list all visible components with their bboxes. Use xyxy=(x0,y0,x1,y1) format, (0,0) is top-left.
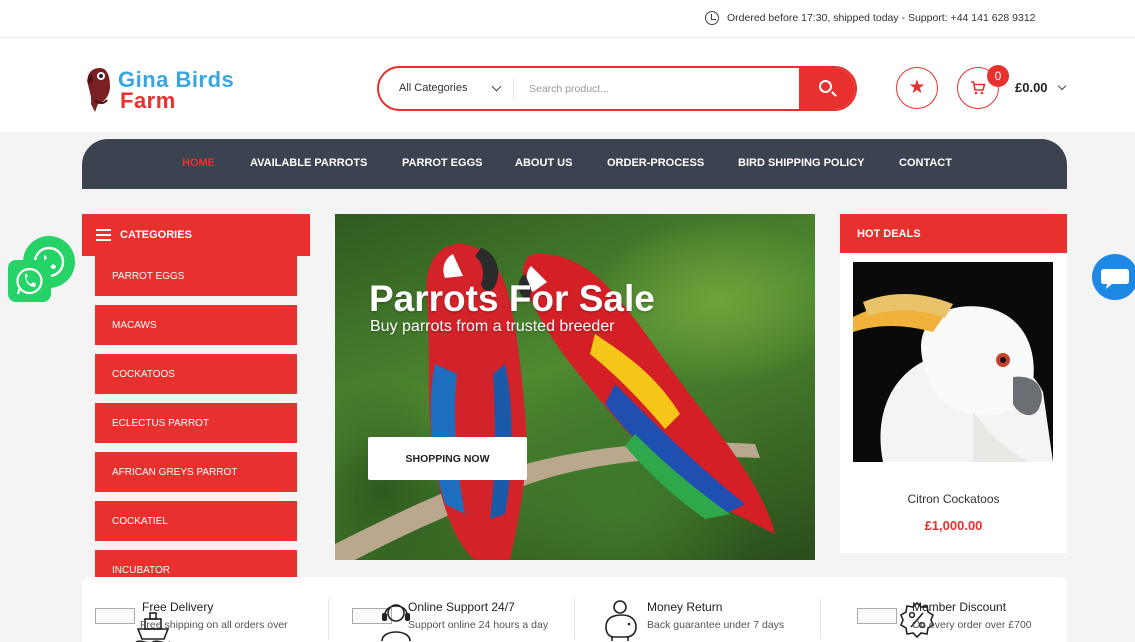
chevron-down-icon[interactable] xyxy=(1057,81,1067,91)
product-price: £1,000.00 xyxy=(924,518,983,533)
category-label: PARROT EGGS xyxy=(112,271,185,282)
category-label: AFRICAN GREYS PARROT xyxy=(112,467,238,478)
hot-deals-title: HOT DEALS xyxy=(857,228,921,240)
menu-icon xyxy=(96,229,111,241)
clock-icon xyxy=(705,11,719,25)
whatsapp-button[interactable] xyxy=(8,260,51,302)
wishlist-button[interactable]: ★ xyxy=(896,67,938,109)
cockatoo-image xyxy=(853,262,1053,462)
feature-desc: Back guarantee under 7 days xyxy=(647,619,785,631)
category-label: COCKATOOS xyxy=(112,369,175,380)
cart-button[interactable]: 0 xyxy=(957,65,1009,109)
chat-bubble-icon xyxy=(1101,269,1129,289)
hero-subtitle: Buy parrots from a trusted breeder xyxy=(370,318,615,335)
category-item[interactable]: COCKATOOS xyxy=(95,354,297,394)
cart-count-badge: 0 xyxy=(987,65,1009,87)
product-name[interactable]: Citron Cockatoos xyxy=(840,492,1067,506)
product-image[interactable] xyxy=(853,262,1053,462)
hero-title: Parrots For Sale xyxy=(369,278,655,319)
category-item[interactable]: ECLECTUS PARROT xyxy=(95,403,297,443)
category-item[interactable]: AFRICAN GREYS PARROT xyxy=(95,452,297,492)
category-label: ECLECTUS PARROT xyxy=(112,418,210,429)
category-label: COCKATIEL xyxy=(112,516,168,527)
logo-text-line2: Farm xyxy=(120,88,176,113)
nav-bird-shipping-policy[interactable]: BIRD SHIPPING POLICY xyxy=(738,157,865,169)
cart-total[interactable]: £0.00 xyxy=(1015,80,1048,95)
feature-member-discount: Member Discount On every order over £700 xyxy=(820,577,1066,642)
feature-desc: Free shipping on all orders over xyxy=(140,619,288,631)
main-navigation: HOME AVAILABLE PARROTS PARROT EGGS ABOUT… xyxy=(82,139,1067,189)
category-label: INCUBATOR xyxy=(112,565,170,576)
cart-icon xyxy=(971,81,986,95)
categories-header[interactable]: CATEGORIES xyxy=(82,214,310,256)
live-chat-button[interactable] xyxy=(1092,254,1135,300)
feature-desc: Support online 24 hours a day xyxy=(408,619,549,631)
category-item[interactable]: COCKATIEL xyxy=(95,501,297,541)
hot-deals-panel: HOT DEALS Citron Cockatoos £1,000.00 xyxy=(840,214,1067,553)
parrot-logo-icon xyxy=(87,68,110,112)
search-icon xyxy=(819,80,832,93)
category-label: MACAWS xyxy=(112,320,157,331)
feature-image-placeholder xyxy=(95,608,135,624)
feature-divider xyxy=(820,599,821,639)
search-input[interactable] xyxy=(529,77,789,101)
search-divider xyxy=(513,78,514,100)
nav-parrot-eggs[interactable]: PARROT EGGS xyxy=(402,157,482,169)
shopping-now-button[interactable]: SHOPPING NOW xyxy=(368,437,527,480)
nav-available-parrots[interactable]: AVAILABLE PARROTS xyxy=(250,157,367,169)
feature-desc: On every order over £700 xyxy=(912,619,1032,631)
feature-title: Money Return xyxy=(647,600,723,614)
macaw-parrots-image xyxy=(335,244,775,560)
feature-image-placeholder xyxy=(857,608,897,624)
feature-online-support: Online Support 24/7 Support online 24 ho… xyxy=(328,577,574,642)
feature-divider xyxy=(328,599,329,639)
feature-title: Online Support 24/7 xyxy=(408,600,515,614)
nav-contact[interactable]: CONTACT xyxy=(899,157,952,169)
search-button[interactable] xyxy=(799,68,855,109)
star-icon: ★ xyxy=(908,77,926,98)
category-select[interactable]: All Categories xyxy=(399,82,467,94)
chevron-down-icon[interactable] xyxy=(491,81,502,92)
hero-banner: Parrots For Sale Buy parrots from a trus… xyxy=(335,214,815,560)
search-bar: All Categories xyxy=(377,66,857,111)
hot-deals-header: HOT DEALS xyxy=(840,214,1067,253)
categories-title: CATEGORIES xyxy=(120,229,192,241)
feature-title: Free Delivery xyxy=(142,600,214,614)
whatsapp-icon xyxy=(16,267,43,295)
shipping-notice: Ordered before 17:30, shipped today - Su… xyxy=(727,12,1036,24)
site-header: Gina Birds Farm All Categories ★ 0 £0.00 xyxy=(0,38,1135,132)
feature-free-delivery: Free Delivery Free shipping on all order… xyxy=(82,577,328,642)
nav-about-us[interactable]: ABOUT US xyxy=(515,157,572,169)
site-logo[interactable]: Gina Birds Farm xyxy=(82,64,242,114)
top-bar: Ordered before 17:30, shipped today - Su… xyxy=(0,0,1135,38)
feature-title: Member Discount xyxy=(912,600,1007,614)
nav-home[interactable]: HOME xyxy=(182,157,215,169)
features-bar: Free Delivery Free shipping on all order… xyxy=(82,577,1067,642)
feature-divider xyxy=(574,599,575,639)
nav-order-process[interactable]: ORDER-PROCESS xyxy=(607,157,704,169)
feature-money-return: Money Return Back guarantee under 7 days xyxy=(574,577,820,642)
category-item[interactable]: PARROT EGGS xyxy=(95,256,297,296)
category-item[interactable]: MACAWS xyxy=(95,305,297,345)
piggy-bank-icon xyxy=(605,600,637,641)
